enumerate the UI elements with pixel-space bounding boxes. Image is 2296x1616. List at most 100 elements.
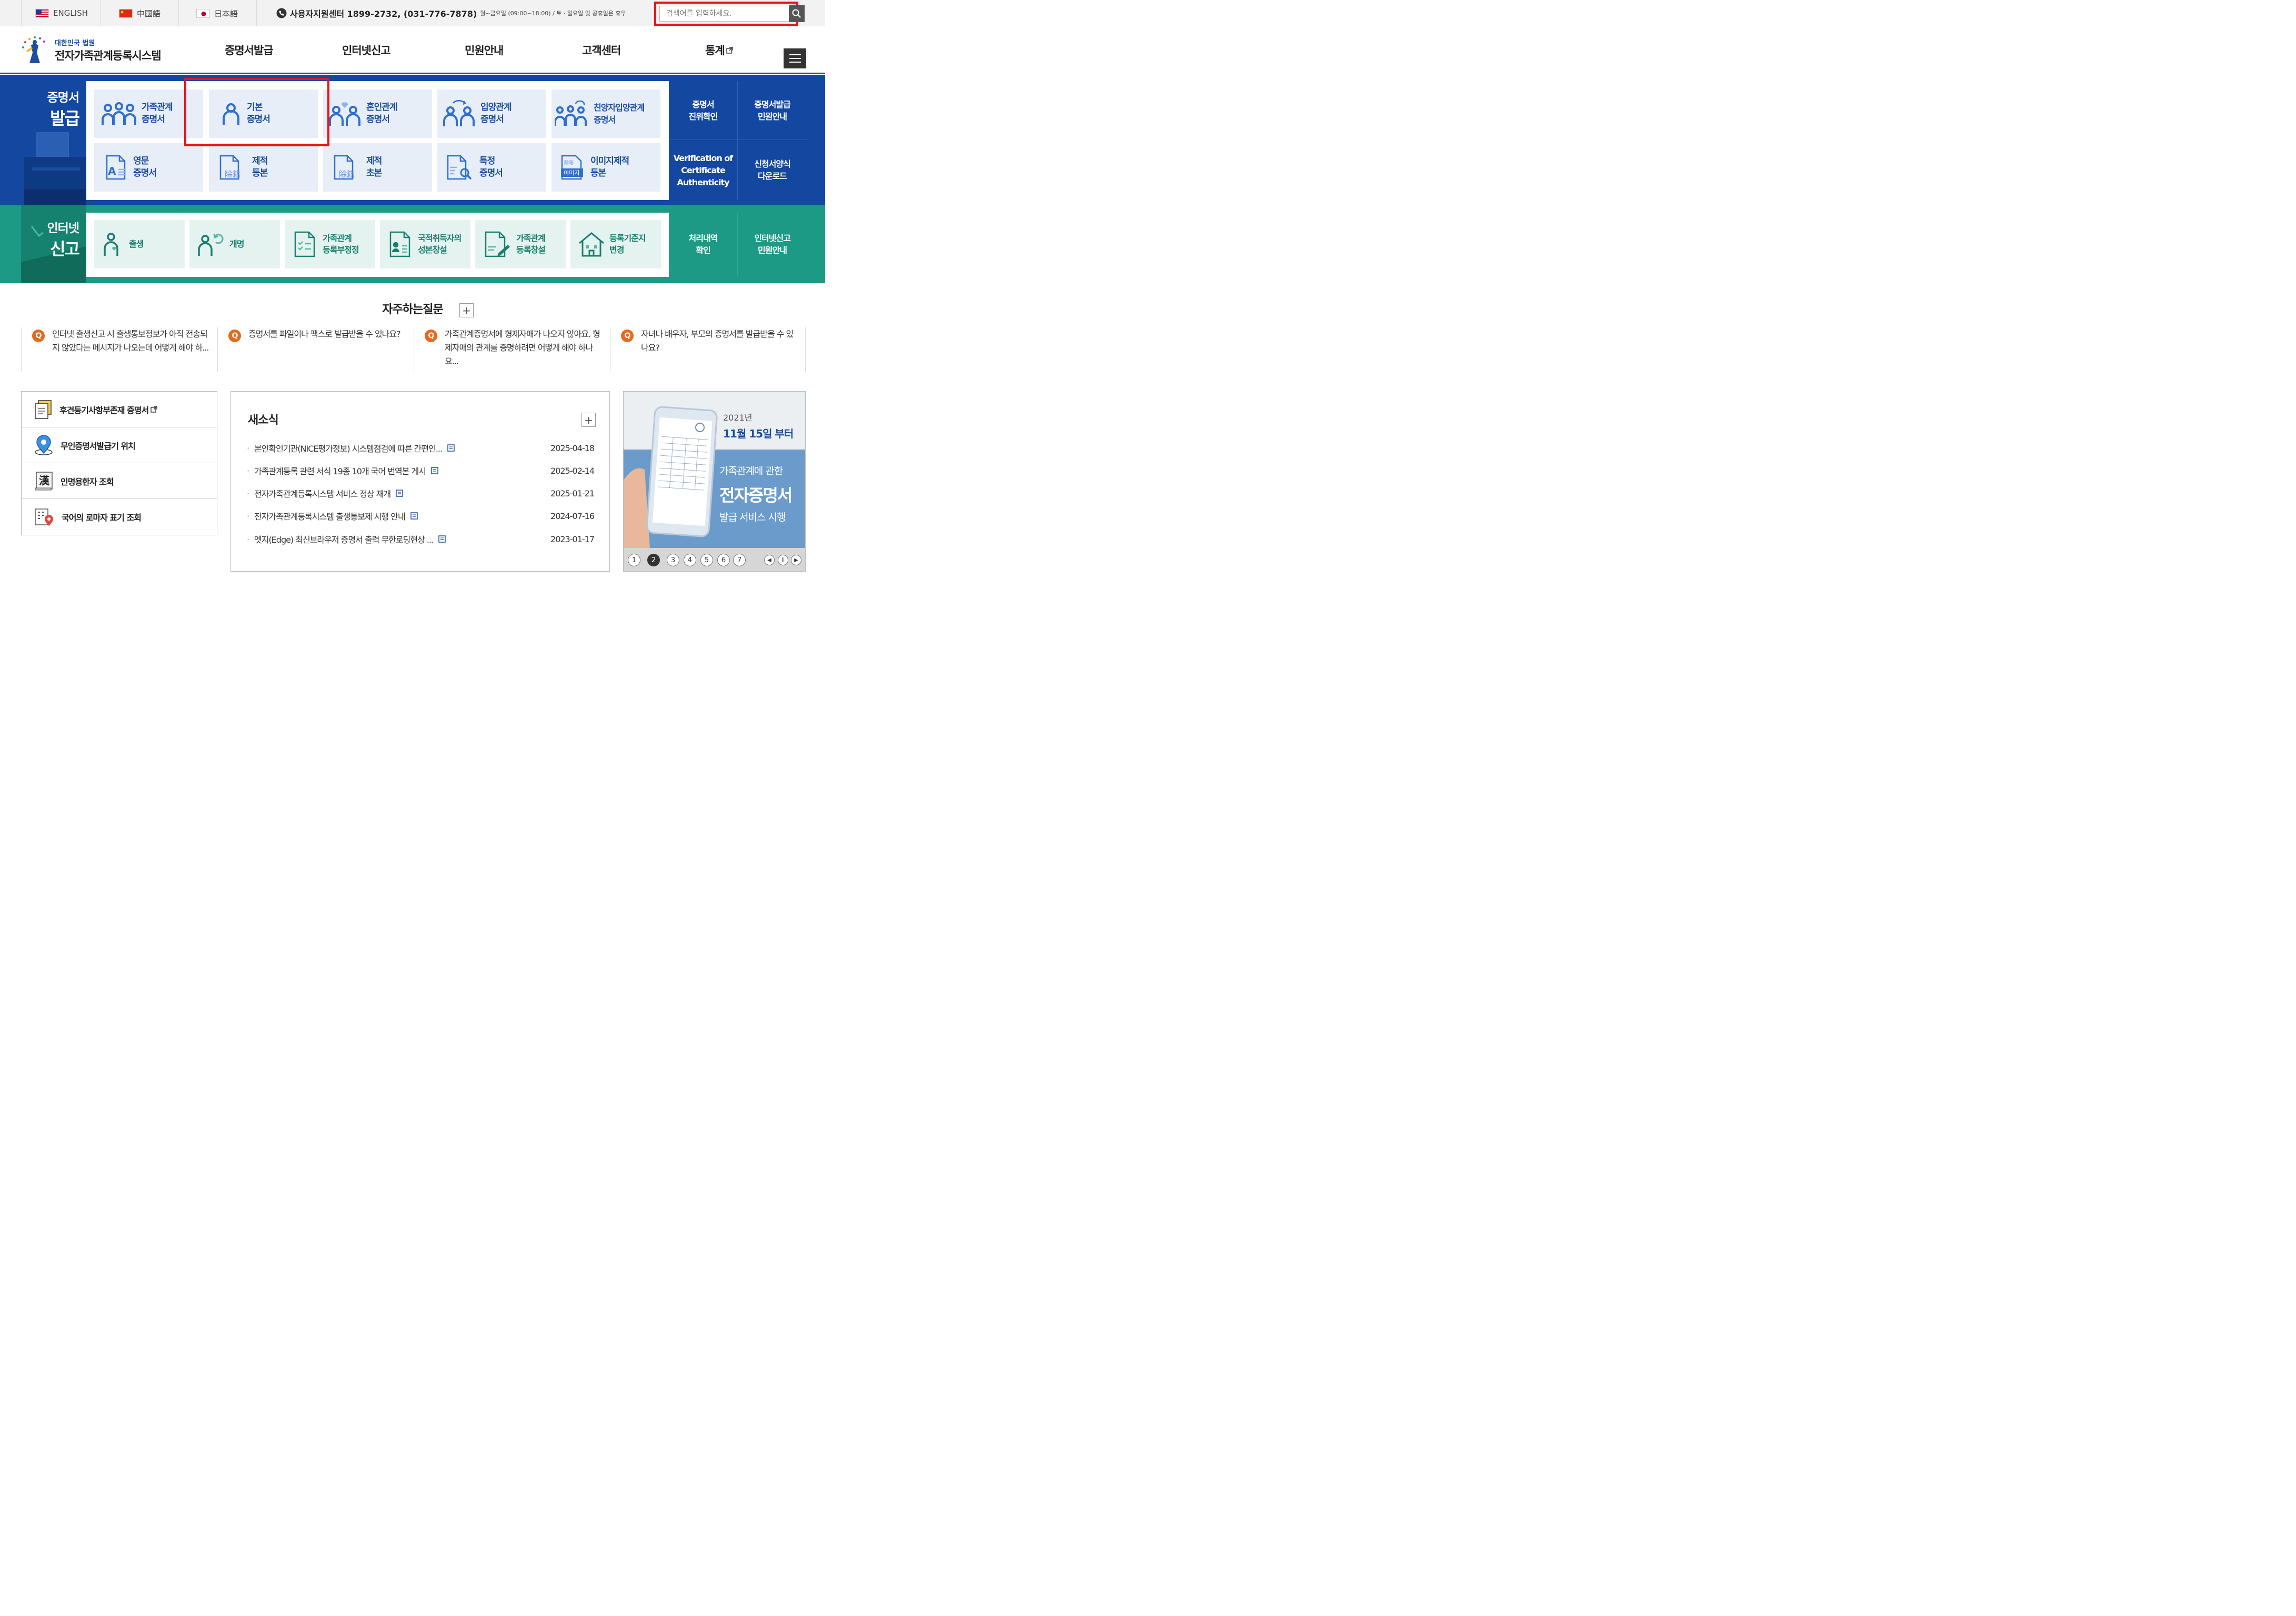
- cert-verify-link[interactable]: 증명서 진위확인: [669, 81, 738, 140]
- news-date: 2025-04-18: [550, 443, 595, 453]
- news-heading: 새소식: [248, 414, 279, 427]
- lang-english-link[interactable]: ENGLISH: [35, 0, 88, 26]
- nav-cert-issue[interactable]: 증명서발급: [225, 26, 274, 74]
- side-link-label: 처리내역 확인: [688, 233, 718, 255]
- side-link-label: 증명서발급 민원안내: [754, 99, 791, 122]
- location-pin-icon: [34, 435, 53, 455]
- quick-link-kiosk-location[interactable]: 무인증명서발급기 위치: [22, 427, 217, 463]
- page-dot-7[interactable]: 7: [733, 554, 746, 566]
- quick-link-guardianship-cert[interactable]: 후견등기사항부존재 증명서: [22, 392, 217, 427]
- quick-link-label: 후견등기사항부존재 증명서: [59, 405, 149, 415]
- tile-image-register[interactable]: 이미지 除籍 이미지제적 등본: [552, 143, 660, 192]
- news-item[interactable]: · 본인확인기관(NICE평가정보) 시스템점검에 따른 간편인... 2025…: [247, 441, 595, 455]
- search-input[interactable]: [659, 6, 790, 22]
- top-utility-bar: ENGLISH 中國語 日本語 사용자지원센터 1899-2732, (031-…: [0, 0, 825, 26]
- page-dot-5[interactable]: 5: [700, 554, 713, 566]
- banner-line-3: 발급 서비스 시행: [719, 512, 786, 523]
- quick-link-romanization[interactable]: 국어의 로마자 표기 조회: [22, 499, 217, 535]
- prev-slide-button[interactable]: ◀: [764, 555, 775, 565]
- plus-icon: +: [462, 304, 471, 317]
- phone-in-hand-illustration-icon: [624, 406, 718, 548]
- court-emblem-icon: [21, 36, 49, 64]
- tile-english-cert[interactable]: A 영문 증명서: [94, 143, 203, 192]
- news-item[interactable]: · 전자가족관계등록시스템 서비스 정상 재개 2025-01-21: [247, 486, 595, 501]
- tile-base-location-change[interactable]: 등록기준지 변경: [570, 220, 661, 268]
- report-side-links: 처리내역 확인 인터넷신고 민원안내: [669, 205, 807, 283]
- report-tiles-panel: 출생 개명 가족관계 등록부정정 국적취득자의 성본창설 가족관계 등록창설 등…: [86, 213, 669, 277]
- faq-more-button[interactable]: +: [459, 303, 474, 317]
- tile-removed-register-copy[interactable]: 除籍 제적 등본: [209, 143, 318, 192]
- nav-label: 증명서발급: [225, 44, 274, 57]
- section-title-line: 신고: [50, 239, 80, 259]
- report-history-link[interactable]: 처리내역 확인: [669, 213, 738, 276]
- quick-link-name-hanja[interactable]: 漢 인명용한자 조회: [22, 463, 217, 499]
- china-flag-icon: [119, 8, 133, 18]
- tile-specific-cert[interactable]: 특정 증명서: [437, 143, 546, 192]
- faq-item[interactable]: Q 증명서를 파일이나 팩스로 발급받을 수 있나요?: [217, 327, 413, 372]
- news-item[interactable]: · 엣지(Edge) 최신브라우저 증명서 출력 무한로딩현상 ... 2023…: [247, 532, 595, 546]
- bullet: ·: [247, 488, 249, 498]
- tile-register-creation[interactable]: 가족관계 등록창설: [475, 220, 566, 268]
- banner-year: 2021년: [723, 413, 753, 423]
- search-button[interactable]: [789, 5, 805, 22]
- chevron-right-icon: ▶: [794, 557, 798, 563]
- page-dot-3[interactable]: 3: [667, 554, 679, 566]
- japan-flag-icon: [196, 8, 210, 18]
- document-icon: [431, 467, 438, 474]
- lang-chinese-link[interactable]: 中國語: [119, 0, 161, 26]
- news-date: 2024-07-16: [550, 511, 595, 521]
- pause-slide-button[interactable]: ||: [778, 555, 788, 565]
- tile-register-correction[interactable]: 가족관계 등록부정정: [285, 220, 375, 268]
- tile-label: 국적취득자의 성본창설: [418, 233, 462, 255]
- news-item[interactable]: · 가족관계등록 관련 서식 19종 10개 국어 번역본 게시 2025-02…: [247, 463, 595, 478]
- faq-item[interactable]: Q 가족관계증명서에 형제자매가 나오지 않아요. 형제자매의 관계를 증명하려…: [414, 327, 609, 372]
- cert-verify-english-link[interactable]: Verification of Certificate Authenticity: [669, 140, 738, 200]
- faq-item[interactable]: Q 자녀나 배우자, 부모의 증명서를 발급받을 수 있나요?: [610, 327, 806, 372]
- side-link-label: 인터넷신고 민원안내: [754, 233, 791, 255]
- menu-bar: [789, 54, 801, 55]
- tile-rename-report[interactable]: 개명: [189, 220, 280, 268]
- svg-text:除籍: 除籍: [225, 169, 240, 179]
- tile-marriage-cert[interactable]: 혼인관계 증명서: [323, 89, 432, 138]
- report-guide-link[interactable]: 인터넷신고 민원안내: [738, 213, 807, 276]
- banner-date: 11월 15일 부터: [723, 427, 794, 440]
- lang-japanese-link[interactable]: 日本語: [196, 0, 238, 26]
- bullet: ·: [247, 443, 249, 453]
- page-dot-2[interactable]: 2: [647, 554, 660, 566]
- form-download-link[interactable]: 신청서양식 다운로드: [738, 140, 807, 200]
- nav-internet-report[interactable]: 인터넷신고: [342, 26, 391, 74]
- couple-heart-icon: [328, 101, 361, 127]
- faq-item[interactable]: Q 인터넷 출생신고 시 출생통보정보가 아직 전송되지 않았다는 메시지가 나…: [21, 327, 217, 372]
- nav-statistics[interactable]: 통계: [705, 26, 733, 74]
- news-more-button[interactable]: +: [581, 413, 596, 427]
- page-dot-4[interactable]: 4: [684, 554, 696, 566]
- page-dot-6[interactable]: 6: [717, 554, 730, 566]
- removed-abstract-doc-icon: 除籍: [333, 155, 361, 180]
- all-menu-button[interactable]: [784, 48, 806, 68]
- nav-customer-center[interactable]: 고객센터: [582, 26, 621, 74]
- tile-label: 특정 증명서: [479, 156, 503, 178]
- section-title-line: 증명서: [47, 91, 79, 105]
- printer-illustration-icon: [21, 126, 86, 205]
- divider: [178, 0, 179, 26]
- menu-bar: [789, 58, 801, 59]
- site-logo[interactable]: 대한민국 법원 전자가족관계등록시스템: [21, 36, 162, 64]
- removed-register-doc-icon: 除籍: [218, 155, 247, 180]
- tile-label: 출생: [129, 239, 144, 249]
- tile-adoption-cert[interactable]: 입양관계 증명서: [437, 89, 546, 138]
- news-item[interactable]: · 전자가족관계등록시스템 출생통보제 시행 안내 2024-07-16: [247, 508, 595, 523]
- nav-civil-guide[interactable]: 민원안내: [465, 26, 504, 74]
- tile-removed-register-abstract[interactable]: 除籍 제적 초본: [323, 143, 432, 192]
- page-dot-1[interactable]: 1: [628, 554, 640, 566]
- promo-banner[interactable]: 2021년 11월 15일 부터 가족관계에 관한 전자증명서 발급 서비스 시…: [623, 391, 806, 572]
- lang-label: ENGLISH: [53, 8, 88, 18]
- support-center-info: 사용자지원센터 1899-2732, (031-776-7878) 월~금요일 …: [276, 0, 626, 26]
- next-slide-button[interactable]: ▶: [791, 555, 801, 565]
- tile-naturalized-surname[interactable]: 국적취득자의 성본창설: [380, 220, 470, 268]
- banner-line-1: 가족관계에 관한: [719, 465, 783, 477]
- tile-full-adoption-cert[interactable]: 친양자입양관계 증명서: [552, 89, 660, 138]
- cert-guide-link[interactable]: 증명서발급 민원안내: [738, 81, 807, 140]
- correction-doc-icon: [292, 231, 318, 257]
- external-link-icon: [151, 406, 157, 413]
- tile-birth-report[interactable]: 출생: [94, 220, 185, 268]
